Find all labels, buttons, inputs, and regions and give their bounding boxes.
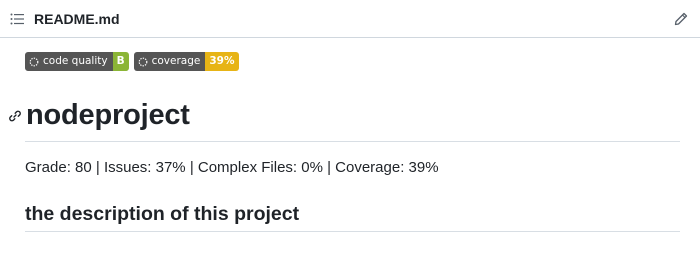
page-title: nodeproject	[26, 99, 190, 131]
file-name: README.md	[34, 11, 120, 27]
section-heading: the description of this project	[25, 203, 300, 225]
list-icon[interactable]	[10, 12, 24, 26]
dotted-ring-icon	[138, 57, 148, 66]
link-icon[interactable]	[8, 109, 22, 123]
badge-label-section: coverage	[133, 52, 206, 71]
summary-paragraph: Grade: 80 | Issues: 37% | Complex Files:…	[25, 159, 439, 176]
code-quality-badge[interactable]: code quality B	[25, 52, 129, 71]
dotted-ring-icon	[29, 57, 39, 66]
pencil-icon[interactable]	[674, 12, 688, 26]
divider	[25, 141, 680, 142]
badge-label-section: code quality	[25, 52, 113, 71]
file-header: README.md	[0, 0, 700, 38]
badge-label: code quality	[43, 55, 108, 67]
badge-row: code quality B coverage 39%	[25, 52, 239, 72]
badge-value: 39%	[205, 52, 239, 71]
divider	[25, 231, 680, 232]
badge-value: B	[112, 52, 129, 71]
badge-label: coverage	[151, 55, 201, 67]
coverage-badge[interactable]: coverage 39%	[133, 52, 239, 71]
